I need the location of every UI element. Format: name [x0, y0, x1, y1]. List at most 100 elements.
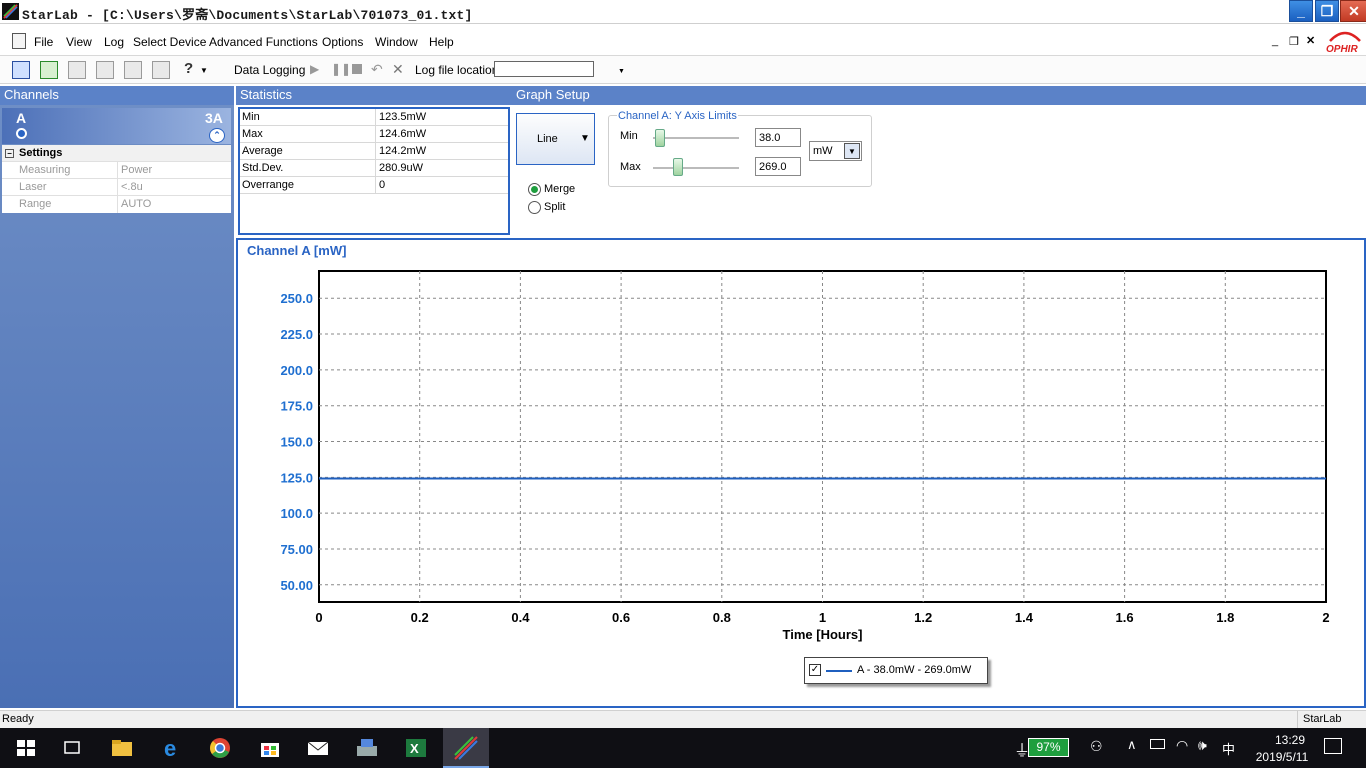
x-tick-label: 2 — [1322, 610, 1329, 625]
max-value-input[interactable]: 269.0 — [755, 157, 801, 176]
menu-view[interactable]: View — [66, 35, 92, 49]
mail-icon[interactable] — [306, 736, 330, 760]
stat-value: 280.9uW — [379, 162, 424, 174]
collapse-settings-icon[interactable]: − — [5, 149, 14, 158]
setting-value: AUTO — [121, 198, 152, 210]
clock-date[interactable]: 2019/5/11 — [1244, 750, 1320, 764]
split-radio[interactable] — [528, 201, 541, 214]
collapse-icon[interactable]: ⌃ — [209, 128, 225, 143]
ime-indicator[interactable]: 中 — [1222, 739, 1235, 758]
file-explorer-icon[interactable] — [110, 736, 134, 760]
graph-setup-panel: Graph Setup Line ▼ Merge Split Channel A… — [512, 86, 1366, 236]
status-bar: Ready StarLab — [0, 710, 1366, 729]
notification-icon[interactable] — [1324, 738, 1342, 754]
mdi-minimize-button[interactable]: _ — [1272, 35, 1278, 47]
menu-help[interactable]: Help — [429, 35, 454, 49]
table-row: Overrange 0 — [240, 177, 508, 194]
status-text: Ready — [2, 713, 34, 725]
channel-setup-icon[interactable] — [12, 61, 30, 79]
graph-type-button[interactable]: Line ▼ — [516, 113, 595, 165]
volume-icon[interactable]: 🕪 — [1198, 737, 1207, 754]
min-value-input[interactable]: 38.0 — [755, 128, 801, 147]
y-tick-label: 150.0 — [280, 435, 313, 450]
battery-tray-icon[interactable] — [1150, 739, 1165, 749]
min-label: Min — [620, 130, 638, 142]
legend-line-swatch — [826, 670, 852, 672]
windows-start-icon[interactable] — [14, 736, 38, 760]
menu-select-device[interactable]: Select Device — [133, 35, 206, 49]
min-slider-handle[interactable] — [655, 129, 665, 147]
undo-icon[interactable]: ↶ — [371, 61, 383, 78]
menu-advanced-functions[interactable]: Advanced Functions — [209, 35, 318, 49]
split-label: Split — [544, 201, 566, 213]
stat-key: Average — [240, 143, 376, 159]
people-icon[interactable]: ⚇ — [1090, 738, 1103, 755]
statistics-panel: Statistics Min 123.5mW Max 124.6mW Average… — [236, 86, 512, 236]
y-tick-label: 100.0 — [280, 506, 313, 521]
min-slider[interactable] — [653, 137, 739, 139]
channel-a-card[interactable]: A 3A ⌃ — [2, 108, 231, 144]
scanner-app-icon[interactable] — [355, 736, 379, 760]
chevron-down-icon[interactable]: ▼ — [200, 66, 208, 75]
title-bar: StarLab - [C:\Users\罗斋\Documents\StarLab… — [0, 0, 1366, 24]
graph-type-label: Line — [537, 133, 558, 145]
graph-icon[interactable] — [96, 61, 114, 79]
channels-header: Channels — [0, 86, 234, 105]
y-limits-title: Channel A: Y Axis Limits — [617, 110, 738, 122]
help-icon[interactable]: ? — [184, 60, 193, 77]
statistics-table: Min 123.5mW Max 124.6mW Average 124.2mW Std… — [238, 107, 510, 235]
max-label: Max — [620, 161, 641, 173]
window-icon[interactable] — [68, 61, 86, 79]
log-file-dropdown-icon[interactable]: ▼ — [618, 68, 625, 75]
legend-checkbox[interactable]: ✓ — [809, 664, 821, 676]
battery-indicator[interactable]: 97% — [1028, 738, 1069, 757]
max-slider-handle[interactable] — [673, 158, 683, 176]
menu-options[interactable]: Options — [322, 35, 363, 49]
menu-window[interactable]: Window — [375, 35, 418, 49]
minimize-button[interactable]: _ — [1289, 0, 1313, 22]
export-icon[interactable] — [152, 61, 170, 79]
maximize-button[interactable]: ❐ — [1315, 0, 1339, 22]
channel-letter: A — [16, 110, 27, 126]
step-icon[interactable] — [124, 61, 142, 79]
menu-log[interactable]: Log — [104, 35, 124, 49]
data-logging-label: Data Logging — [234, 63, 306, 77]
menu-bar: File View Log Select Device Advanced Fun… — [0, 26, 1366, 56]
x-axis-label: Time [Hours] — [783, 627, 863, 642]
setting-value: <.8u — [121, 181, 143, 193]
document-icon[interactable] — [12, 33, 26, 49]
settings-header[interactable]: − Settings — [2, 145, 231, 162]
statistics-header: Statistics — [236, 86, 512, 105]
menu-file[interactable]: File — [34, 35, 53, 49]
x-tick-label: 0.6 — [612, 610, 630, 625]
log-file-input[interactable] — [494, 61, 594, 77]
merge-radio[interactable] — [528, 183, 541, 196]
starlab-taskbar-button[interactable] — [443, 728, 489, 768]
stat-key: Overrange — [240, 177, 376, 193]
edge-browser-icon[interactable]: e — [160, 736, 184, 761]
chevron-up-icon[interactable]: ∧ — [1127, 737, 1137, 753]
stop-icon[interactable] — [352, 64, 362, 74]
play-icon[interactable]: ▶ — [310, 62, 319, 76]
unit-dropdown-icon[interactable]: ▼ — [844, 143, 860, 159]
mdi-restore-button[interactable]: ❐ — [1289, 35, 1299, 48]
wifi-icon[interactable]: ◠ — [1176, 737, 1188, 754]
pause-icon[interactable]: ❚❚ — [331, 62, 351, 76]
max-slider[interactable] — [653, 167, 739, 169]
chart-legend: ✓ A - 38.0mW - 269.0mW — [804, 657, 988, 684]
tools-icon[interactable]: ✕ — [392, 61, 404, 78]
excel-icon[interactable]: X — [404, 736, 428, 760]
x-tick-label: 0.2 — [411, 610, 429, 625]
task-view-icon[interactable] — [60, 736, 84, 760]
close-button[interactable]: ✕ — [1340, 0, 1366, 22]
clock-time[interactable]: 13:29 — [1260, 733, 1320, 747]
x-tick-label: 0.4 — [511, 610, 530, 625]
chrome-icon[interactable] — [208, 736, 232, 760]
refresh-icon[interactable] — [40, 61, 58, 79]
setting-key: Range — [2, 196, 118, 213]
store-icon[interactable] — [258, 736, 282, 760]
taskbar: e X ⏚ 97% ⚇ ∧ ◠ 🕪 中 13:29 2019/5/11 — [0, 728, 1366, 768]
unit-select[interactable]: mW ▼ — [809, 141, 862, 161]
mdi-close-button[interactable]: ✕ — [1306, 34, 1315, 47]
y-tick-label: 250.0 — [280, 291, 313, 306]
